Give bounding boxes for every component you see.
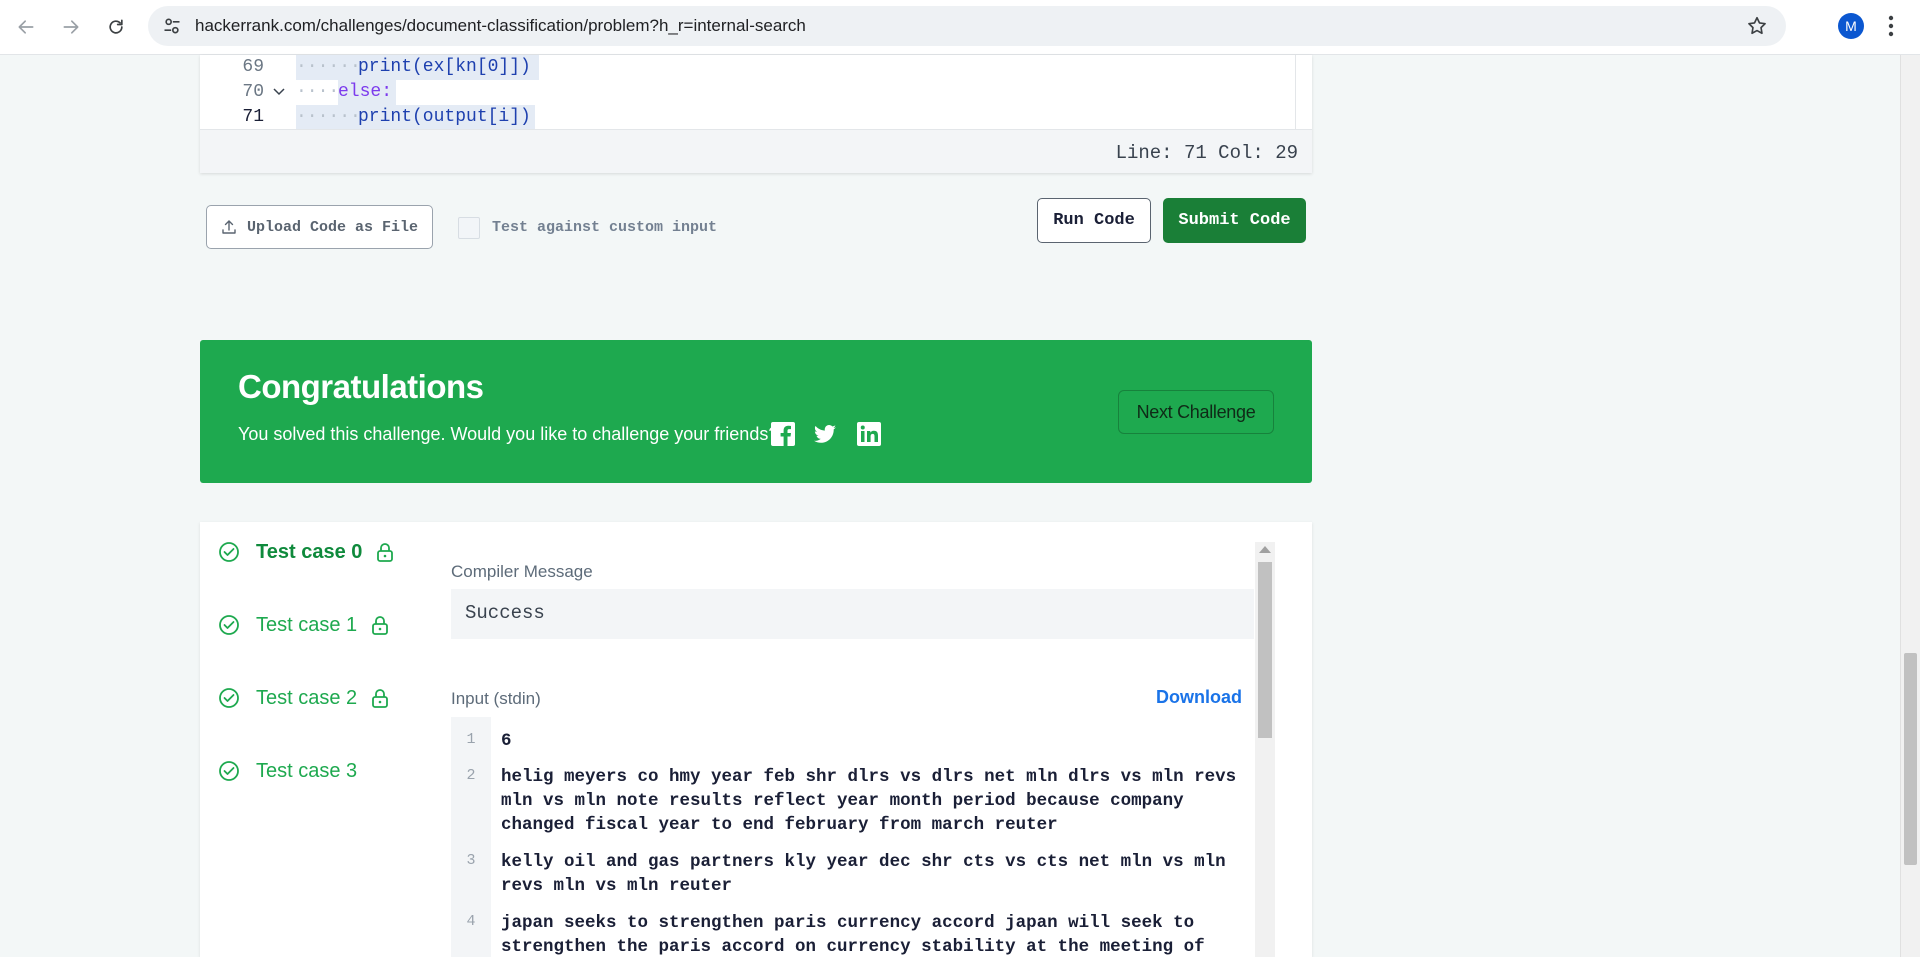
test-case-label: Test case 1 (256, 613, 358, 636)
url-text[interactable]: hackerrank.com/challenges/document-class… (195, 16, 806, 36)
stdin-box: 1 6 2 helig meyers co hmy year feb shr d… (451, 717, 1254, 957)
results-scrollbar[interactable] (1255, 542, 1275, 957)
test-case-label: Test case 0 (256, 540, 363, 563)
code-line[interactable]: 69 ······ print(ex[kn[0]]) (200, 55, 1295, 80)
code-line[interactable]: 70 ···· else: (200, 80, 1295, 105)
arrow-left-icon (18, 20, 34, 34)
line-number: 71 (242, 107, 264, 127)
code-text: print(ex[kn[0]]) (358, 55, 539, 80)
check-circle-icon (219, 688, 239, 708)
browser-toolbar: hackerrank.com/challenges/document-class… (0, 0, 1920, 55)
results-scrollbar-thumb[interactable] (1258, 562, 1272, 738)
stdin-line-number: 1 (466, 731, 476, 748)
stdin-line-text: 6 (501, 731, 512, 751)
scroll-up-arrow-icon[interactable] (1259, 546, 1271, 553)
run-code-button[interactable]: Run Code (1037, 198, 1151, 243)
check-circle-icon (219, 615, 239, 635)
upload-code-button[interactable]: Upload Code as File (206, 205, 433, 249)
test-case-label: Test case 3 (256, 759, 358, 782)
reload-icon (109, 19, 123, 34)
bookmark-star-icon[interactable] (1746, 15, 1768, 37)
arrow-right-icon (63, 20, 79, 34)
line-number: 69 (242, 57, 264, 77)
cursor-position: Line: 71 Col: 29 (1115, 142, 1298, 164)
site-settings-icon[interactable] (162, 16, 182, 36)
congratulations-banner: Congratulations You solved this challeng… (200, 340, 1312, 483)
next-challenge-button[interactable]: Next Challenge (1118, 390, 1274, 434)
congrats-title: Congratulations (238, 368, 484, 405)
page-scrollbar[interactable] (1900, 55, 1920, 957)
test-case-label: Test case 2 (256, 686, 358, 709)
code-editor: 69 ······ print(ex[kn[0]]) 70 ···· else:… (200, 55, 1312, 173)
test-case-tab[interactable]: Test case 2 (218, 683, 389, 713)
stdin-line-text: japan seeks to strengthen paris currency… (501, 913, 1205, 957)
stdin-line-number: 2 (466, 767, 476, 784)
test-case-tab[interactable]: Test case 3 (218, 756, 357, 786)
upload-icon (222, 220, 236, 234)
check-circle-icon (219, 542, 239, 562)
upload-code-label: Upload Code as File (246, 218, 419, 236)
code-text: print(output[i]) (358, 105, 535, 130)
forward-button[interactable] (56, 12, 86, 42)
compiler-message-text: Success (465, 602, 545, 624)
lock-icon (377, 543, 394, 562)
profile-avatar[interactable]: M (1838, 13, 1864, 39)
reload-button[interactable] (101, 12, 131, 42)
check-circle-icon (219, 761, 239, 781)
test-case-tab[interactable]: Test case 1 (218, 610, 389, 640)
editor-status-bar: Line: 71 Col: 29 (200, 129, 1312, 173)
editor-lines[interactable]: 69 ······ print(ex[kn[0]]) 70 ···· else:… (200, 55, 1295, 130)
compiler-message-box: Success (451, 589, 1254, 639)
lock-icon (372, 616, 389, 635)
custom-input-checkbox[interactable] (458, 217, 480, 239)
lock-icon (372, 689, 389, 708)
stdin-label: Input (stdin) (451, 689, 541, 708)
code-indent: ······ (296, 55, 361, 80)
twitter-icon[interactable] (812, 421, 838, 447)
compiler-message-label: Compiler Message (451, 562, 593, 581)
line-number: 70 (242, 82, 264, 102)
custom-input-label[interactable]: Test against custom input (492, 219, 717, 236)
download-link[interactable]: Download (1156, 687, 1242, 708)
stdin-line-text: helig meyers co hmy year feb shr dlrs vs… (501, 767, 1237, 835)
editor-scrollbar[interactable] (1295, 55, 1312, 129)
address-bar[interactable]: hackerrank.com/challenges/document-class… (148, 6, 1786, 46)
stdin-line-number: 3 (466, 852, 476, 869)
more-vertical-icon[interactable] (1888, 14, 1894, 38)
test-case-tab[interactable]: Test case 0 (218, 537, 394, 567)
code-indent: ···· (296, 82, 340, 102)
submit-code-button[interactable]: Submit Code (1163, 198, 1306, 243)
linkedin-icon[interactable] (856, 421, 882, 447)
stdin-line-text: kelly oil and gas partners kly year dec … (501, 852, 1226, 896)
code-indent: ······ (296, 105, 361, 130)
code-text: else: (338, 80, 397, 105)
facebook-icon[interactable] (770, 421, 796, 447)
stdin-line-number: 4 (466, 913, 476, 930)
code-line[interactable]: 71 ······ print(output[i]) (200, 105, 1295, 130)
chevron-down-icon[interactable] (272, 85, 286, 99)
back-button[interactable] (11, 12, 41, 42)
test-results-panel: Test case 0 Test case 1 Test case 2 Test… (200, 522, 1312, 957)
page-scrollbar-thumb[interactable] (1904, 653, 1917, 865)
congrats-subtitle: You solved this challenge. Would you lik… (238, 424, 779, 444)
